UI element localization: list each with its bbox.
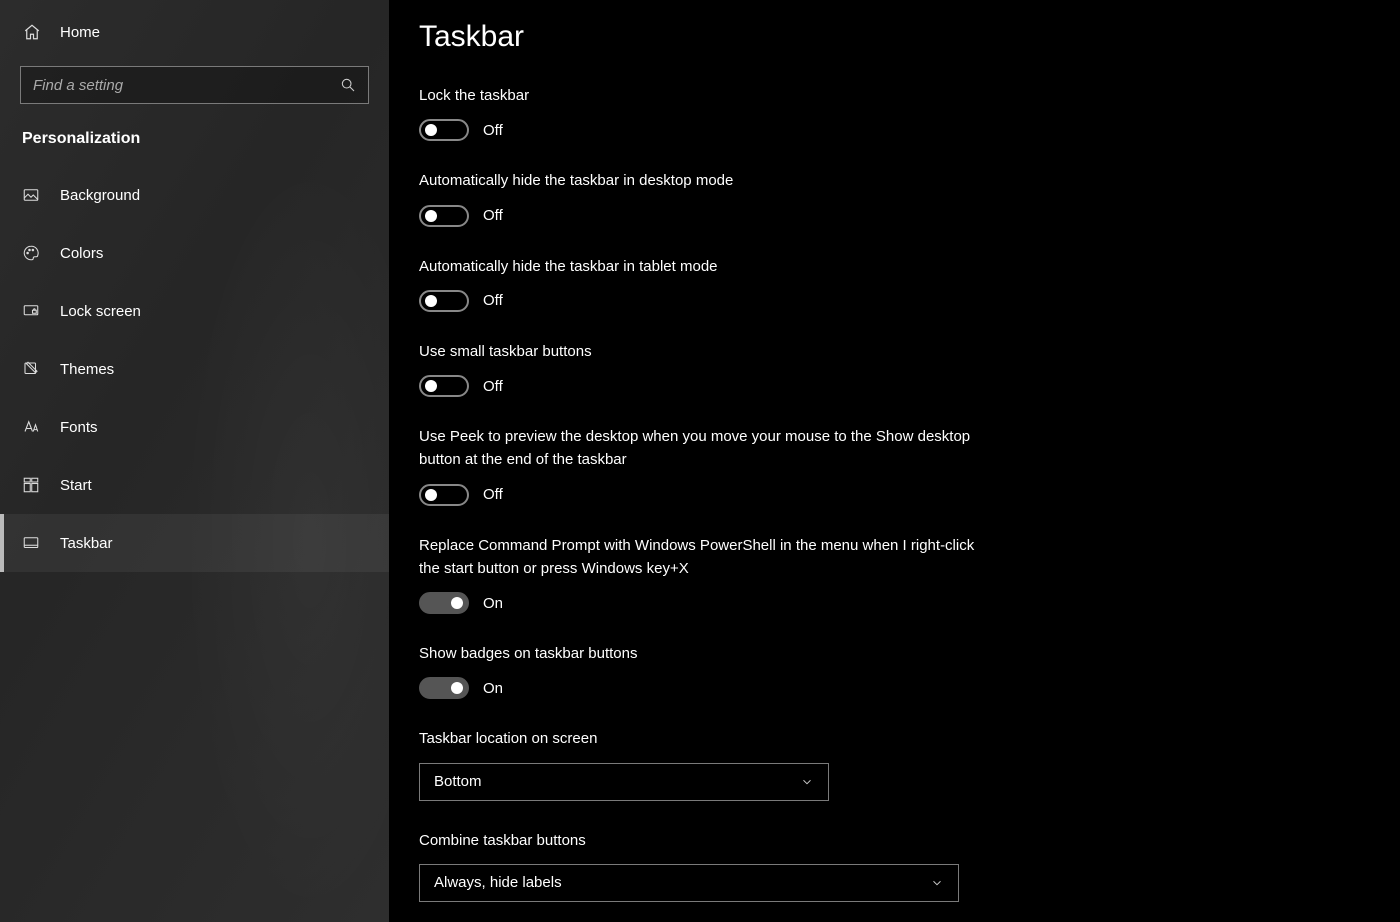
- sidebar-item-colors[interactable]: Colors: [0, 224, 389, 282]
- toggle-badges[interactable]: [419, 677, 469, 699]
- dropdown-combine-buttons[interactable]: Always, hide labels: [419, 864, 959, 902]
- chevron-down-icon: [800, 775, 814, 789]
- setting-label: Use small taskbar buttons: [419, 340, 979, 363]
- toggle-state: Off: [483, 486, 503, 503]
- palette-icon: [22, 244, 42, 262]
- sidebar-item-taskbar[interactable]: Taskbar: [0, 514, 389, 572]
- toggle-state: On: [483, 595, 503, 612]
- toggle-state: Off: [483, 207, 503, 224]
- home-icon: [22, 22, 42, 42]
- sidebar-item-fonts[interactable]: Fonts: [0, 398, 389, 456]
- home-nav[interactable]: Home: [0, 0, 389, 52]
- themes-icon: [22, 360, 42, 378]
- sidebar-item-label: Colors: [60, 245, 103, 262]
- toggle-small-buttons[interactable]: [419, 375, 469, 397]
- sidebar-item-label: Fonts: [60, 419, 98, 436]
- sidebar-item-start[interactable]: Start: [0, 456, 389, 514]
- dropdown-value: Always, hide labels: [434, 874, 562, 891]
- setting-combine: Combine taskbar buttons Always, hide lab…: [419, 829, 979, 902]
- fonts-icon: [22, 418, 42, 436]
- setting-label: Automatically hide the taskbar in tablet…: [419, 255, 979, 278]
- sidebar-item-background[interactable]: Background: [0, 166, 389, 224]
- setting-label: Combine taskbar buttons: [419, 829, 979, 852]
- sidebar-item-label: Taskbar: [60, 535, 113, 552]
- setting-location: Taskbar location on screen Bottom: [419, 727, 979, 800]
- setting-label: Lock the taskbar: [419, 84, 979, 107]
- dropdown-taskbar-location[interactable]: Bottom: [419, 763, 829, 801]
- setting-label: Automatically hide the taskbar in deskto…: [419, 169, 979, 192]
- toggle-state: Off: [483, 292, 503, 309]
- setting-badges: Show badges on taskbar buttons On: [419, 642, 979, 699]
- home-label: Home: [60, 24, 100, 41]
- setting-label: Replace Command Prompt with Windows Powe…: [419, 534, 979, 581]
- taskbar-icon: [22, 534, 42, 552]
- image-icon: [22, 186, 42, 204]
- toggle-autohide-desktop[interactable]: [419, 205, 469, 227]
- start-icon: [22, 476, 42, 494]
- sidebar-item-themes[interactable]: Themes: [0, 340, 389, 398]
- setting-autohide-desktop: Automatically hide the taskbar in deskto…: [419, 169, 979, 226]
- dropdown-value: Bottom: [434, 773, 482, 790]
- sidebar-item-lockscreen[interactable]: Lock screen: [0, 282, 389, 340]
- sidebar-item-label: Start: [60, 477, 92, 494]
- setting-label: Show badges on taskbar buttons: [419, 642, 979, 665]
- toggle-lock-taskbar[interactable]: [419, 119, 469, 141]
- setting-powershell: Replace Command Prompt with Windows Powe…: [419, 534, 979, 615]
- search-icon: [340, 77, 356, 93]
- category-title: Personalization: [0, 130, 389, 166]
- toggle-peek[interactable]: [419, 484, 469, 506]
- setting-small-buttons: Use small taskbar buttons Off: [419, 340, 979, 397]
- toggle-autohide-tablet[interactable]: [419, 290, 469, 312]
- content-area: Taskbar Lock the taskbar Off Automatical…: [389, 0, 1400, 922]
- setting-lock-taskbar: Lock the taskbar Off: [419, 84, 979, 141]
- chevron-down-icon: [930, 876, 944, 890]
- setting-peek: Use Peek to preview the desktop when you…: [419, 425, 979, 506]
- setting-label: Use Peek to preview the desktop when you…: [419, 425, 979, 472]
- lockscreen-icon: [22, 302, 42, 320]
- toggle-powershell[interactable]: [419, 592, 469, 614]
- sidebar-item-label: Lock screen: [60, 303, 141, 320]
- search-input-wrapper[interactable]: [20, 66, 369, 104]
- sidebar-item-label: Background: [60, 187, 140, 204]
- setting-label: Taskbar location on screen: [419, 727, 979, 750]
- sidebar-item-label: Themes: [60, 361, 114, 378]
- toggle-state: Off: [483, 122, 503, 139]
- toggle-state: Off: [483, 378, 503, 395]
- toggle-state: On: [483, 680, 503, 697]
- page-title: Taskbar: [419, 20, 1370, 54]
- sidebar: Home Personalization Background Colors: [0, 0, 389, 922]
- setting-autohide-tablet: Automatically hide the taskbar in tablet…: [419, 255, 979, 312]
- search-input[interactable]: [33, 77, 340, 94]
